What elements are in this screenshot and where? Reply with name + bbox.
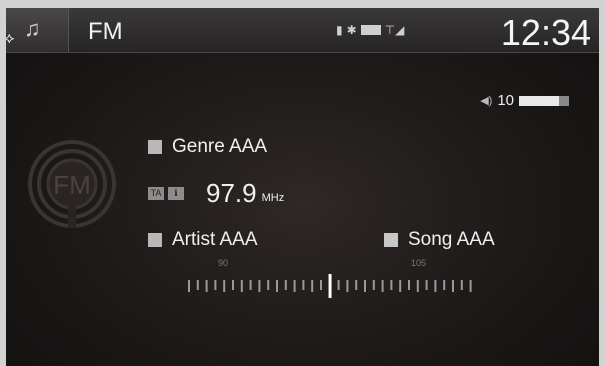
- tuner-tick: [337, 280, 340, 290]
- tuner-tick: [416, 280, 419, 292]
- tuner-tick: [249, 280, 252, 290]
- bluetooth-icon: ✱: [346, 23, 357, 37]
- tuner-tick: [425, 280, 428, 290]
- volume-bar-fill: [519, 95, 559, 106]
- tuner-tick: [355, 280, 358, 290]
- tuner-tick: [434, 280, 437, 292]
- artist-row: Artist AAA: [148, 229, 258, 251]
- audio-source-tab[interactable]: ♫: [6, 8, 69, 52]
- top-bar: ♫ ⟡ FM ▮ ✱ ⊤◢ 12:34: [6, 8, 599, 53]
- tuner-tick: [258, 280, 261, 292]
- frequency-unit: MHz: [261, 191, 285, 204]
- tuner-tick: [284, 280, 287, 290]
- artist-label: Artist AAA: [172, 229, 258, 250]
- song-row: Song AAA: [384, 229, 495, 251]
- music-note-icon: ♫: [24, 16, 41, 41]
- tuner-tick: [469, 280, 472, 292]
- audio-screen: ♫ ⟡ FM ▮ ✱ ⊤◢ 12:34 ◀) 10 FM Genre AAA T…: [6, 8, 599, 366]
- tuner-tick: [452, 280, 454, 292]
- source-label: FM: [88, 18, 123, 45]
- status-icons: ▮ ✱ ⊤◢: [336, 24, 404, 36]
- tuner-label-high: 105: [411, 258, 427, 268]
- tuner-tick: [223, 280, 226, 292]
- tuner-tick: [267, 280, 270, 290]
- tuner-label-low: 90: [218, 258, 229, 268]
- song-label: Song AAA: [408, 229, 495, 250]
- logo-text: FM: [53, 170, 91, 200]
- genre-icon: [148, 140, 162, 154]
- tuner-tick: [364, 280, 366, 292]
- ta-icon: TA: [148, 187, 164, 200]
- battery-icon: [360, 25, 381, 35]
- tuner-tick: [293, 280, 296, 292]
- fm-logo-icon: FM: [28, 140, 116, 228]
- genre-label: Genre AAA: [172, 136, 268, 157]
- clock: 12:34: [500, 12, 591, 53]
- tuner-tick: [320, 280, 322, 290]
- tuner-tick: [460, 280, 463, 290]
- tuner-tick: [381, 280, 384, 292]
- tuner-tick: [240, 280, 243, 292]
- tuner-tick: [311, 280, 314, 292]
- volume-level: 10: [497, 92, 514, 109]
- tuner-tick: [346, 280, 349, 292]
- tuner-current-marker[interactable]: [328, 274, 332, 298]
- head-unit-frame: ♫ ⟡ FM ▮ ✱ ⊤◢ 12:34 ◀) 10 FM Genre AAA T…: [0, 0, 605, 366]
- source-pointer-icon: ⟡: [6, 30, 15, 47]
- speaker-icon: ◀): [480, 95, 493, 107]
- info-icon: ℹ: [168, 187, 184, 200]
- tuner-tick: [372, 280, 375, 290]
- tuner-tick: [443, 280, 446, 290]
- tuner-tick: [188, 280, 190, 292]
- tuner-scale[interactable]: [184, 272, 474, 300]
- frequency-value: 97.9: [206, 178, 257, 208]
- tuner-tick: [214, 280, 217, 290]
- frequency-row: TA ℹ 97.9 MHz: [148, 178, 284, 209]
- tuner-tick: [276, 280, 278, 292]
- tuner-tick: [205, 280, 208, 292]
- tuner-tick: [399, 280, 402, 292]
- tuner-tick: [390, 280, 393, 290]
- signal-icon: ⊤◢: [384, 23, 405, 37]
- phone-icon: ▮: [336, 23, 343, 37]
- artist-icon: [148, 233, 162, 247]
- tuner-tick: [302, 280, 305, 290]
- tuner-tick: [232, 280, 234, 290]
- volume-bar: [519, 95, 569, 106]
- volume-indicator: ◀) 10: [480, 92, 569, 109]
- song-icon: [384, 233, 398, 247]
- tuner-tick: [196, 280, 199, 290]
- genre-row: Genre AAA: [148, 136, 267, 158]
- tuner-tick: [408, 280, 410, 290]
